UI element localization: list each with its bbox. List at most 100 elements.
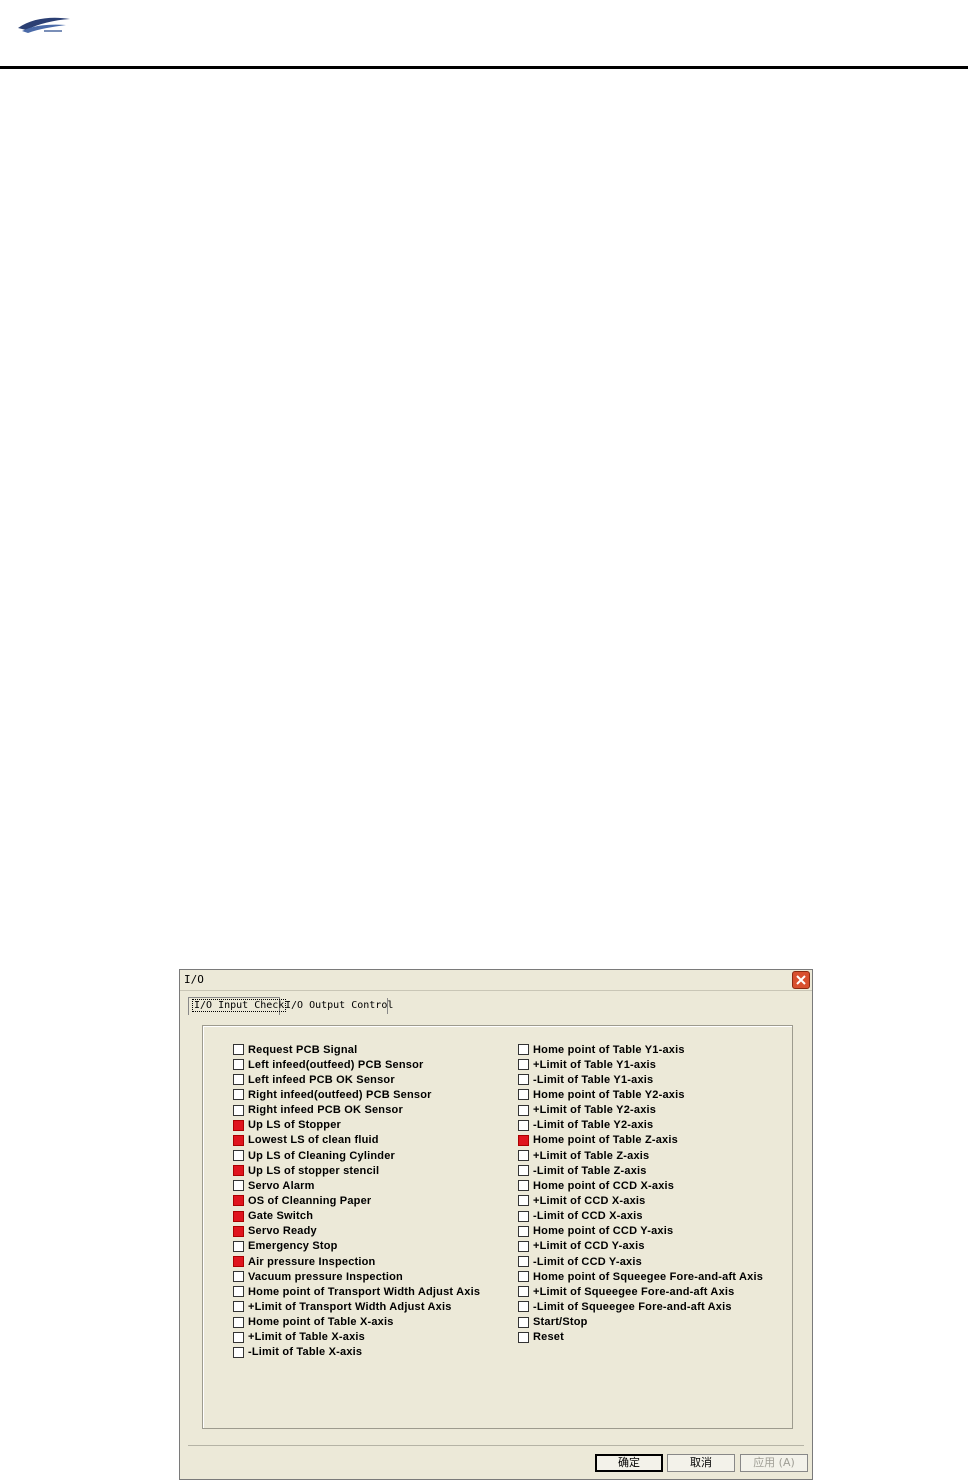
io-input-item: Up LS of Cleaning Cylinder <box>233 1148 480 1163</box>
io-input-label: Home point of CCD Y-axis <box>533 1225 674 1238</box>
input-off-indicator <box>518 1180 529 1192</box>
io-input-label: -Limit of Squeegee Fore-and-aft Axis <box>533 1300 732 1313</box>
io-input-item: Start/Stop <box>518 1315 763 1330</box>
io-input-label: Start/Stop <box>533 1316 588 1329</box>
io-input-item: Home point of Table X-axis <box>233 1315 480 1330</box>
io-input-item: Home point of Table Y2-axis <box>518 1087 763 1102</box>
input-on-indicator <box>233 1165 244 1177</box>
input-column-right: Home point of Table Y1-axis +Limit of Tab… <box>518 1042 763 1345</box>
input-on-indicator <box>233 1119 244 1131</box>
io-input-item: +Limit of Transport Width Adjust Axis <box>233 1299 480 1314</box>
input-off-indicator <box>518 1150 529 1162</box>
io-input-item: Home point of CCD X-axis <box>518 1178 763 1193</box>
input-on-indicator <box>518 1134 529 1146</box>
io-input-item: Up LS of Stopper <box>233 1118 480 1133</box>
input-off-indicator <box>233 1150 244 1162</box>
io-input-label: Right infeed(outfeed) PCB Sensor <box>248 1088 432 1101</box>
io-input-item: -Limit of CCD X-axis <box>518 1209 763 1224</box>
header-rule <box>0 66 968 69</box>
io-input-item: +Limit of Table Y1-axis <box>518 1057 763 1072</box>
apply-button[interactable]: 应用 (A) <box>740 1454 808 1472</box>
input-off-indicator <box>233 1316 244 1328</box>
input-off-indicator <box>233 1331 244 1343</box>
dialog-title: I/O <box>184 973 204 986</box>
input-off-indicator <box>233 1059 244 1071</box>
io-input-label: Up LS of Stopper <box>248 1119 342 1132</box>
input-off-indicator <box>518 1165 529 1177</box>
io-input-label: Home point of Transport Width Adjust Axi… <box>248 1285 481 1298</box>
io-input-label: +Limit of CCD X-axis <box>533 1194 646 1207</box>
io-input-item: -Limit of Squeegee Fore-and-aft Axis <box>518 1299 763 1314</box>
io-input-item: +Limit of Squeegee Fore-and-aft Axis <box>518 1284 763 1299</box>
input-on-indicator <box>233 1210 244 1222</box>
io-input-label: Request PCB Signal <box>248 1043 358 1056</box>
close-button[interactable] <box>792 971 810 989</box>
input-on-indicator <box>233 1225 244 1237</box>
dialog-titlebar[interactable]: I/O <box>180 970 812 991</box>
input-column-left: Request PCB Signal Left infeed(outfeed) P… <box>233 1042 480 1360</box>
io-input-label: OS of Cleanning Paper <box>248 1194 372 1207</box>
io-input-item: +Limit of CCD Y-axis <box>518 1239 763 1254</box>
input-off-indicator <box>518 1195 529 1207</box>
io-input-item: Left infeed(outfeed) PCB Sensor <box>233 1057 480 1072</box>
io-input-label: Home point of Table X-axis <box>248 1316 394 1329</box>
io-input-item: -Limit of Table X-axis <box>233 1345 480 1360</box>
io-input-label: +Limit of Squeegee Fore-and-aft Axis <box>533 1285 735 1298</box>
input-off-indicator <box>518 1119 529 1131</box>
io-input-label: -Limit of Table Z-axis <box>533 1164 647 1177</box>
io-input-item: Home point of Squeegee Fore-and-aft Axis <box>518 1269 763 1284</box>
io-input-label: +Limit of Transport Width Adjust Axis <box>248 1300 452 1313</box>
input-off-indicator <box>518 1286 529 1298</box>
input-off-indicator <box>233 1240 244 1252</box>
io-input-item: +Limit of CCD X-axis <box>518 1193 763 1208</box>
io-input-item: Emergency Stop <box>233 1239 480 1254</box>
tab-io-output-control[interactable]: I/O Output Control <box>282 998 393 1014</box>
io-input-label: +Limit of Table Y1-axis <box>533 1058 657 1071</box>
input-off-indicator <box>518 1331 529 1343</box>
input-off-indicator <box>518 1225 529 1237</box>
tab-io-input-check[interactable]: I/O Input Check <box>188 997 287 1015</box>
tab-label: I/O Output Control <box>285 1000 394 1011</box>
io-input-item: Servo Alarm <box>233 1178 480 1193</box>
io-input-item: Gate Switch <box>233 1209 480 1224</box>
close-icon <box>796 975 806 985</box>
io-input-item: +Limit of Table X-axis <box>233 1330 480 1345</box>
io-input-label: Vacuum pressure Inspection <box>248 1270 403 1283</box>
io-input-label: Servo Ready <box>248 1225 317 1238</box>
io-input-item: Up LS of stopper stencil <box>233 1163 480 1178</box>
button-bar-divider <box>188 1445 804 1446</box>
input-off-indicator <box>233 1346 244 1358</box>
input-off-indicator <box>233 1271 244 1283</box>
input-off-indicator <box>518 1301 529 1313</box>
input-off-indicator <box>233 1301 244 1313</box>
input-off-indicator <box>518 1240 529 1252</box>
io-input-label: Up LS of stopper stencil <box>248 1164 380 1177</box>
io-input-item: Servo Ready <box>233 1224 480 1239</box>
io-input-item: Lowest LS of clean fluid <box>233 1133 480 1148</box>
io-input-label: -Limit of Table X-axis <box>248 1346 363 1359</box>
io-input-item: +Limit of Table Y2-axis <box>518 1103 763 1118</box>
io-input-item: Vacuum pressure Inspection <box>233 1269 480 1284</box>
input-off-indicator <box>233 1044 244 1056</box>
io-input-label: Home point of Table Y2-axis <box>533 1088 685 1101</box>
input-off-indicator <box>518 1210 529 1222</box>
io-input-label: Home point of Squeegee Fore-and-aft Axis <box>533 1270 764 1283</box>
input-off-indicator <box>233 1089 244 1101</box>
io-input-item: -Limit of Table Y2-axis <box>518 1118 763 1133</box>
io-input-item: Air pressure Inspection <box>233 1254 480 1269</box>
io-input-label: -Limit of Table Y1-axis <box>533 1073 654 1086</box>
ok-button[interactable]: 确定 <box>595 1454 663 1472</box>
io-input-label: +Limit of Table Z-axis <box>533 1149 650 1162</box>
io-input-label: Emergency Stop <box>248 1240 338 1253</box>
io-input-label: Air pressure Inspection <box>248 1255 376 1268</box>
io-input-item: Home point of Table Z-axis <box>518 1133 763 1148</box>
cancel-button[interactable]: 取消 <box>667 1454 735 1472</box>
io-input-label: Reset <box>533 1331 564 1344</box>
io-input-item: Left infeed PCB OK Sensor <box>233 1072 480 1087</box>
input-off-indicator <box>518 1256 529 1268</box>
io-input-item: Home point of Transport Width Adjust Axi… <box>233 1284 480 1299</box>
input-off-indicator <box>518 1074 529 1086</box>
io-input-item: OS of Cleanning Paper <box>233 1193 480 1208</box>
io-input-label: Left infeed PCB OK Sensor <box>248 1073 395 1086</box>
io-input-item: Home point of Table Y1-axis <box>518 1042 763 1057</box>
